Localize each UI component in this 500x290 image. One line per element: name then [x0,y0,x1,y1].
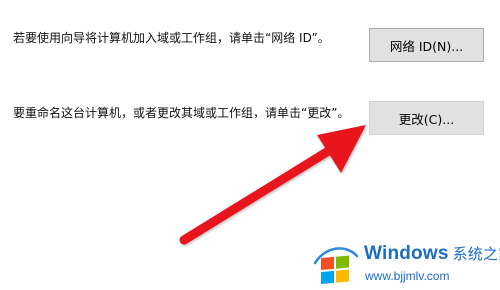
network-id-button[interactable]: 网络 ID(N)... [369,28,484,62]
watermark-brand-cn: 系统之家 [452,245,500,263]
watermark-brand: Windows系统之家 [364,243,500,265]
windows-logo-icon [313,247,359,284]
watermark-url: www.bjjmlv.com [365,269,450,283]
watermark-brand-en: Windows [364,243,449,264]
change-button[interactable]: 更改(C)... [369,101,484,135]
watermark: Windows系统之家 www.bjjmlv.com [308,236,500,290]
network-id-description: 若要使用向导将计算机加入域或工作组，请单击“网络 ID”。 [13,31,330,45]
change-description: 要重命名这台计算机，或者更改其域或工作组，请单击“更改”。 [13,106,350,120]
